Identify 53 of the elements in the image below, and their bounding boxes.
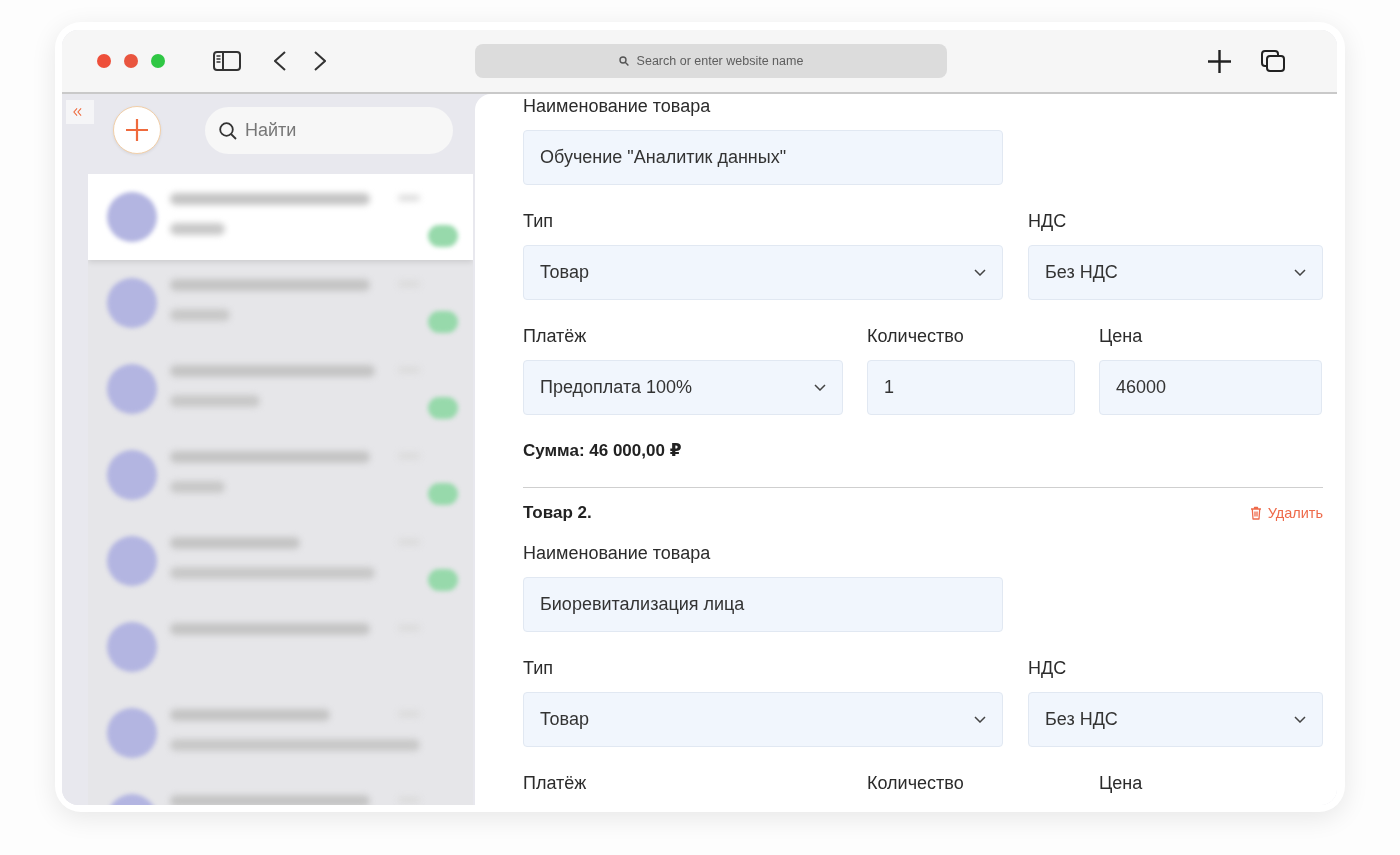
total-sum: Сумма: 46 000,00 ₽ bbox=[523, 441, 683, 461]
field-label: Цена bbox=[1099, 326, 1143, 347]
chevron-down-icon bbox=[974, 269, 986, 276]
text-field[interactable]: 46000 bbox=[1099, 360, 1322, 415]
select-field[interactable]: Без НДС bbox=[1028, 245, 1323, 300]
avatar-icon bbox=[107, 536, 157, 586]
sidebar-icon[interactable] bbox=[213, 51, 241, 71]
chevron-down-icon bbox=[1294, 269, 1306, 276]
field-label: НДС bbox=[1028, 658, 1067, 679]
field-label: Количество bbox=[867, 773, 964, 794]
back-icon[interactable] bbox=[274, 51, 286, 71]
collapse-button[interactable] bbox=[66, 100, 94, 124]
new-tab-icon[interactable] bbox=[1208, 49, 1231, 73]
avatar-icon bbox=[107, 192, 157, 242]
text-field[interactable]: 1 bbox=[867, 360, 1075, 415]
forward-icon[interactable] bbox=[314, 51, 326, 71]
field-label: Тип bbox=[523, 211, 553, 232]
field-label: Наименование товара bbox=[523, 96, 711, 117]
select-field[interactable]: Без НДС bbox=[1028, 692, 1323, 747]
search-field[interactable]: Найти bbox=[205, 107, 453, 154]
chevron-down-icon bbox=[974, 716, 986, 723]
minimize-button[interactable] bbox=[124, 54, 138, 68]
field-label: Платёж bbox=[523, 773, 587, 794]
field-label: Наименование товара bbox=[523, 543, 711, 564]
close-button[interactable] bbox=[97, 54, 111, 68]
avatar-icon bbox=[107, 708, 157, 758]
field-label: Цена bbox=[1099, 773, 1143, 794]
field-label: Платёж bbox=[523, 326, 587, 347]
plus-icon bbox=[126, 119, 148, 141]
avatar-icon bbox=[107, 278, 157, 328]
avatar-icon bbox=[107, 364, 157, 414]
avatar-icon bbox=[107, 450, 157, 500]
address-field[interactable]: Search or enter website name bbox=[475, 44, 947, 78]
field-label: Количество bbox=[867, 326, 964, 347]
add-button[interactable] bbox=[113, 106, 161, 154]
search-icon bbox=[618, 56, 629, 66]
select-field[interactable]: Предоплата 100% bbox=[523, 360, 843, 415]
chat-item[interactable] bbox=[88, 174, 473, 260]
select-field[interactable]: Товар bbox=[523, 245, 1003, 300]
select-field[interactable]: Товар bbox=[523, 692, 1003, 747]
chevron-down-icon bbox=[1294, 716, 1306, 723]
field-label: НДС bbox=[1028, 211, 1067, 232]
tabs-icon[interactable] bbox=[1261, 50, 1285, 72]
product-heading: Товар 2. bbox=[523, 503, 592, 523]
zoom-button[interactable] bbox=[151, 54, 165, 68]
trash-icon bbox=[1249, 506, 1262, 520]
search-icon bbox=[219, 121, 237, 140]
field-label: Тип bbox=[523, 658, 553, 679]
text-field[interactable]: Обучение "Аналитик данных" bbox=[523, 130, 1003, 185]
avatar-icon bbox=[107, 622, 157, 672]
double-chevron-left-icon bbox=[73, 107, 82, 117]
chevron-down-icon bbox=[814, 384, 826, 391]
text-field[interactable]: Биоревитализация лица bbox=[523, 577, 1003, 632]
